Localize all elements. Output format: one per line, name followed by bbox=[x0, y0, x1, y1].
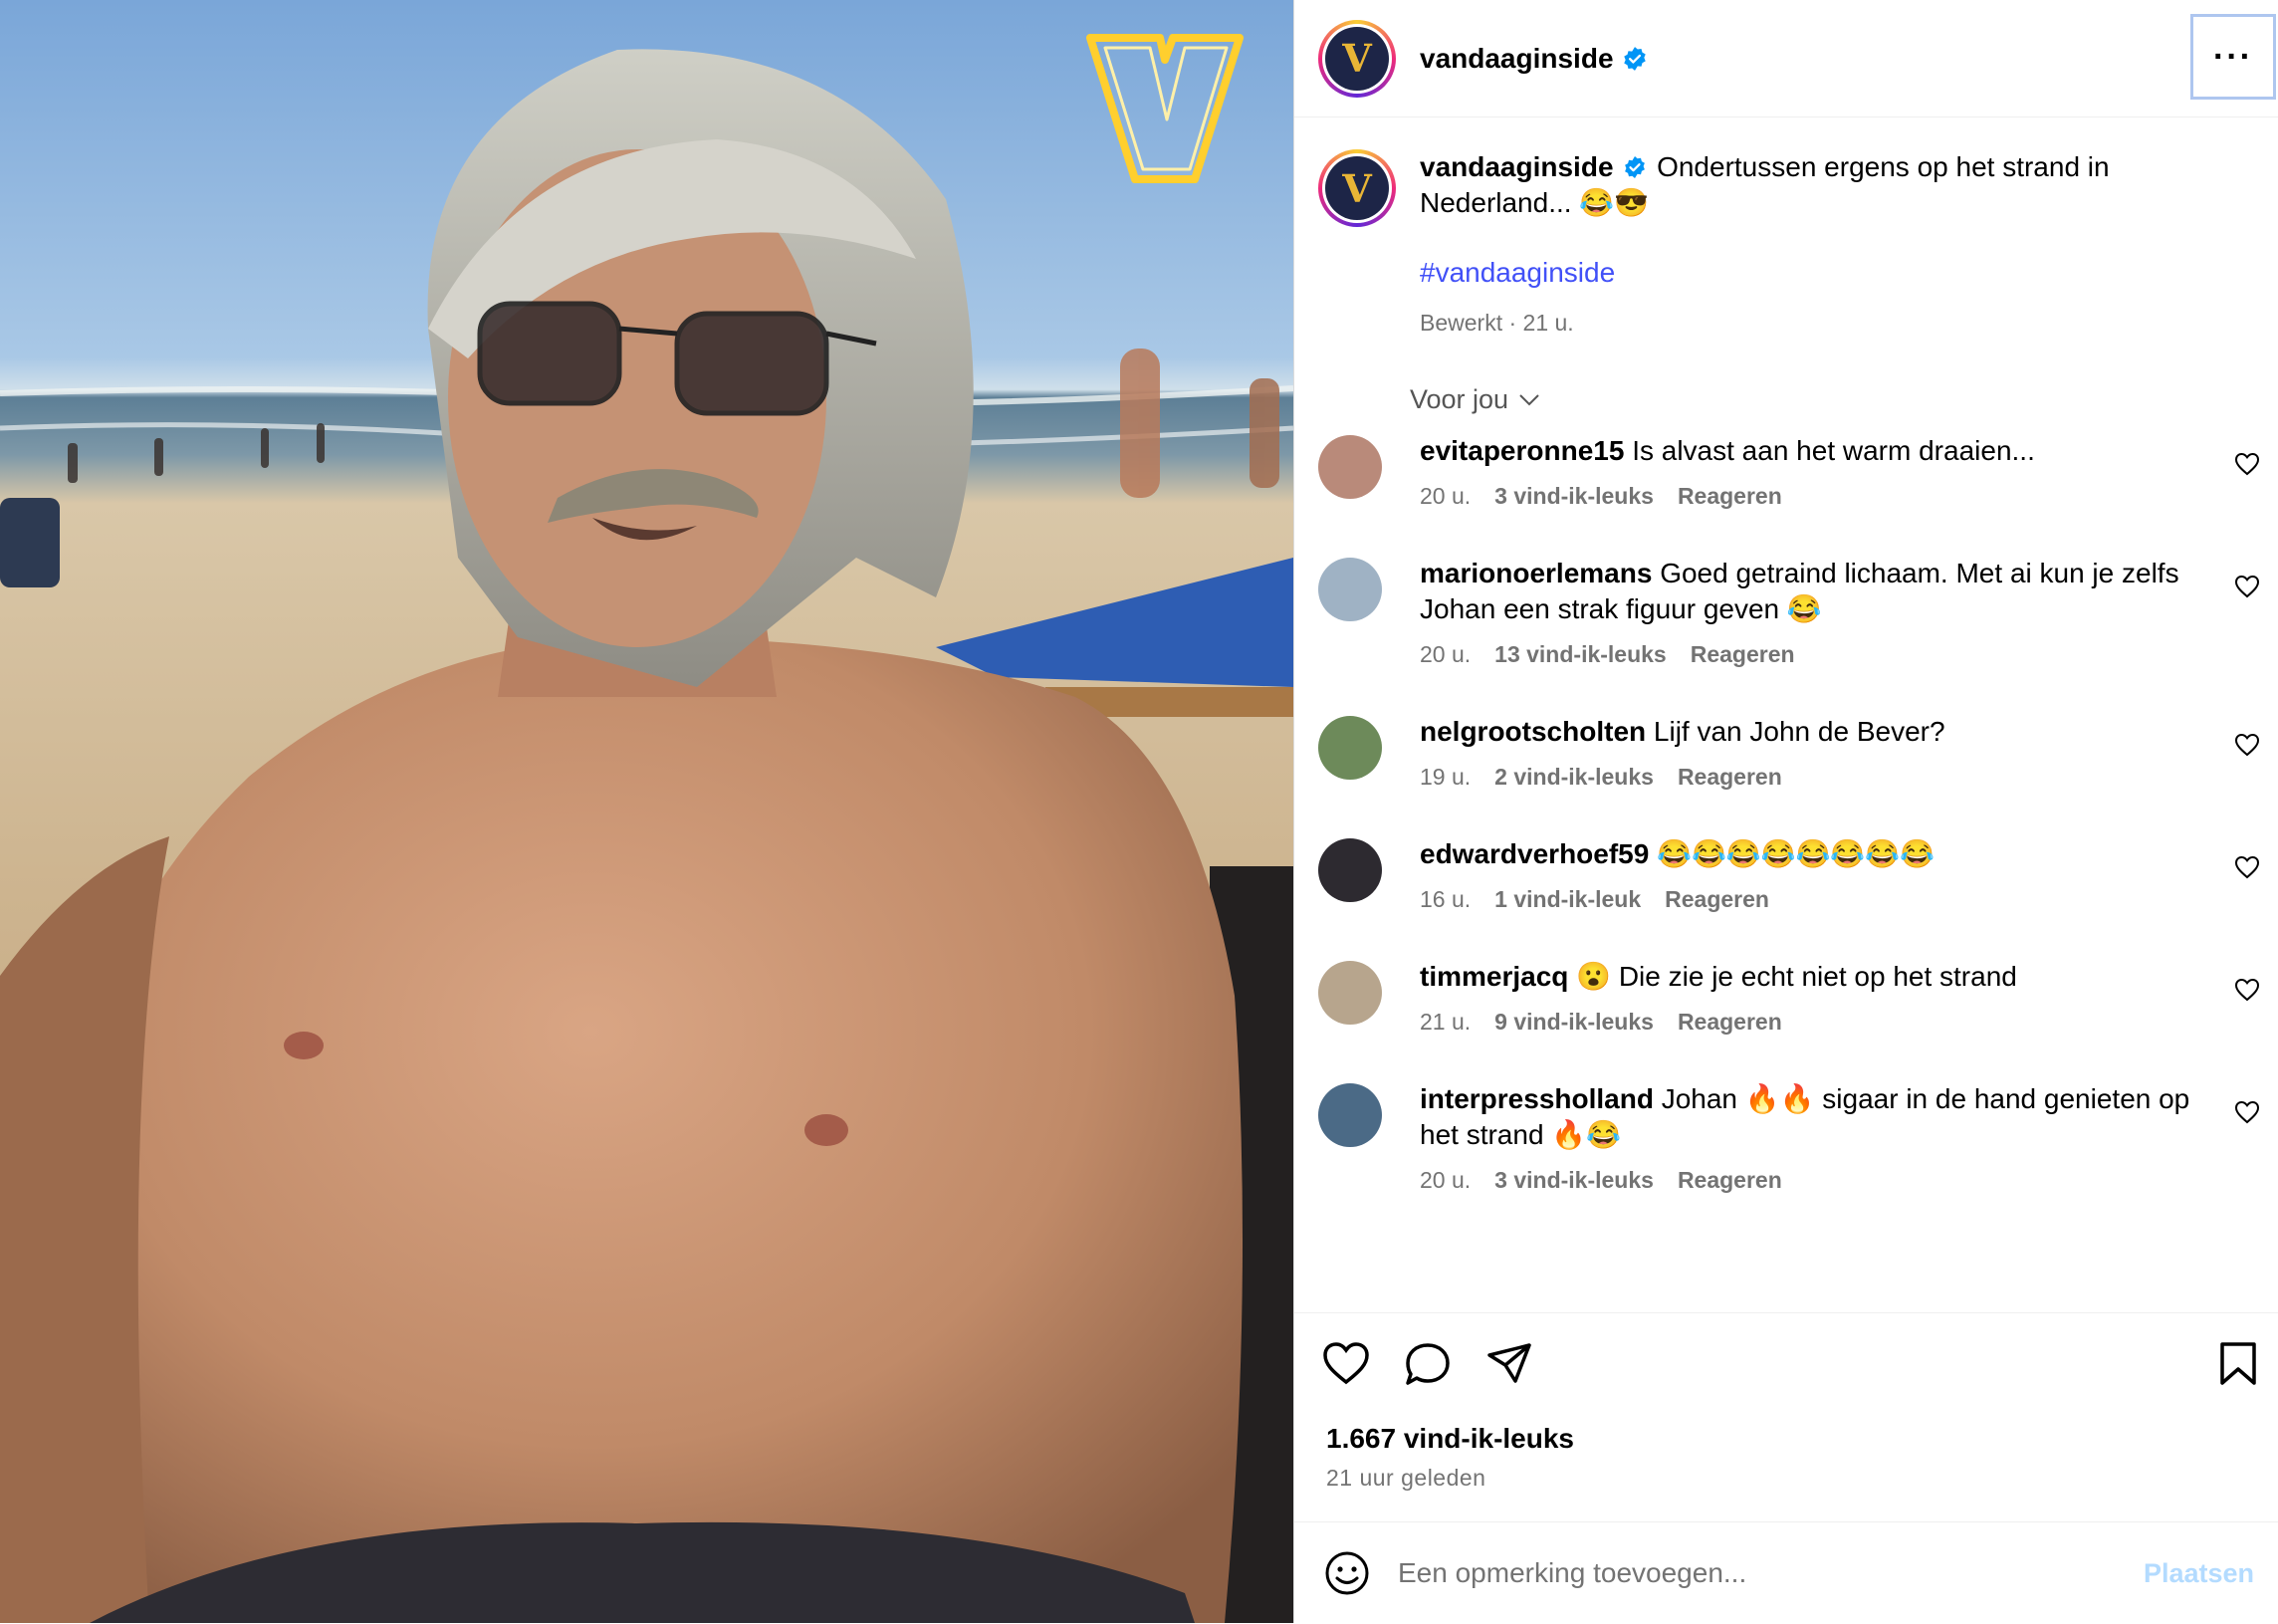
comment-sort-dropdown[interactable]: Voor jou bbox=[1410, 384, 2278, 415]
comment-like-count[interactable]: 2 vind-ik-leuks bbox=[1494, 764, 1654, 791]
comment-like-heart-icon[interactable] bbox=[2234, 451, 2260, 477]
post-comment-button[interactable]: Plaatsen bbox=[2144, 1558, 2254, 1589]
more-options-button[interactable]: ··· bbox=[2190, 14, 2276, 100]
comment-like-count[interactable]: 1 vind-ik-leuk bbox=[1494, 886, 1641, 913]
add-comment-bar: Plaatsen bbox=[1294, 1521, 2278, 1624]
comment-like-heart-icon[interactable] bbox=[2234, 574, 2260, 599]
comment-list: evitaperonne15 Is alvast aan het warm dr… bbox=[1294, 433, 2278, 1194]
comment-input[interactable] bbox=[1396, 1556, 2097, 1590]
reply-button[interactable]: Reageren bbox=[1665, 886, 1769, 913]
caption-avatar[interactable]: V bbox=[1318, 149, 1396, 227]
share-send-icon[interactable] bbox=[1485, 1341, 1533, 1385]
comment-item: evitaperonne15 Is alvast aan het warm dr… bbox=[1294, 433, 2278, 510]
commenter-username[interactable]: nelgrootscholten bbox=[1420, 716, 1646, 747]
commenter-avatar[interactable] bbox=[1318, 716, 1382, 780]
comment-like-count[interactable]: 3 vind-ik-leuks bbox=[1494, 483, 1654, 510]
comment-item: timmerjacq 😮 Die zie je echt niet op het… bbox=[1294, 959, 2278, 1036]
v-logo-avatar: V bbox=[1325, 156, 1389, 220]
verified-badge-icon bbox=[1625, 156, 1646, 178]
comment-like-count[interactable]: 3 vind-ik-leuks bbox=[1494, 1167, 1654, 1194]
commenter-username[interactable]: evitaperonne15 bbox=[1420, 435, 1624, 466]
comment-time: 20 u. bbox=[1420, 483, 1472, 509]
comment-time: 20 u. bbox=[1420, 1167, 1472, 1193]
comment-time: 19 u. bbox=[1420, 764, 1472, 790]
emoji-picker-icon[interactable] bbox=[1324, 1550, 1370, 1596]
comment-like-heart-icon[interactable] bbox=[2234, 732, 2260, 758]
commenter-username[interactable]: timmerjacq bbox=[1420, 961, 1568, 992]
comment-text: Lijf van John de Bever? bbox=[1653, 716, 1945, 747]
comment-time: 16 u. bbox=[1420, 886, 1472, 912]
comment-item: nelgrootscholten Lijf van John de Bever?… bbox=[1294, 714, 2278, 791]
verified-badge-icon bbox=[1623, 46, 1646, 71]
comment-like-heart-icon[interactable] bbox=[2234, 854, 2260, 880]
more-icon: ··· bbox=[2213, 37, 2253, 76]
comment-like-count[interactable]: 9 vind-ik-leuks bbox=[1494, 1009, 1654, 1036]
caption-hashtag[interactable]: #vandaaginside bbox=[1420, 255, 2176, 291]
comment-time: 20 u. bbox=[1420, 641, 1472, 667]
comment-sort-label: Voor jou bbox=[1410, 384, 1509, 414]
reply-button[interactable]: Reageren bbox=[1678, 1167, 1782, 1194]
chevron-down-icon bbox=[1519, 393, 1539, 405]
comment-like-count[interactable]: 13 vind-ik-leuks bbox=[1494, 641, 1667, 668]
comment-item: marionoerlemans Goed getraind lichaam. M… bbox=[1294, 556, 2278, 668]
comment-time: 21 u. bbox=[1420, 1009, 1472, 1035]
commenter-avatar[interactable] bbox=[1318, 961, 1382, 1025]
post-actions: 1.667 vind-ik-leuks 21 uur geleden bbox=[1294, 1312, 2278, 1522]
comment-text: Is alvast aan het warm draaien... bbox=[1632, 435, 2035, 466]
beach-photo-illustration bbox=[0, 34, 1293, 1623]
caption-meta: Bewerkt · 21 u. bbox=[1420, 310, 1574, 336]
commenter-username[interactable]: interpressholland bbox=[1420, 1083, 1654, 1114]
reply-button[interactable]: Reageren bbox=[1678, 764, 1782, 791]
author-avatar[interactable]: V bbox=[1318, 19, 1396, 98]
commenter-avatar[interactable] bbox=[1318, 558, 1382, 621]
reply-button[interactable]: Reageren bbox=[1678, 1009, 1782, 1036]
commenter-avatar[interactable] bbox=[1318, 1083, 1382, 1147]
commenter-avatar[interactable] bbox=[1318, 838, 1382, 902]
bookmark-save-icon[interactable] bbox=[2218, 1341, 2258, 1387]
neon-v-logo bbox=[1086, 34, 1244, 183]
post-caption: V vandaaginside Ondertussen ergens op he… bbox=[1294, 117, 2278, 341]
comment-item: edwardverhoef59 😂😂😂😂😂😂😂😂 16 u. 1 vind-ik… bbox=[1294, 836, 2278, 913]
post-photo[interactable] bbox=[0, 0, 1293, 1623]
comment-like-heart-icon[interactable] bbox=[2234, 1099, 2260, 1125]
like-heart-icon[interactable] bbox=[1322, 1341, 1370, 1385]
post-detail-panel: V vandaaginside ··· V vandaaginside Onde… bbox=[1293, 0, 2278, 1623]
commenter-avatar[interactable] bbox=[1318, 435, 1382, 499]
comment-bubble-icon[interactable] bbox=[1404, 1341, 1452, 1387]
comment-like-heart-icon[interactable] bbox=[2234, 977, 2260, 1003]
comment-text: 😮 Die zie je echt niet op het strand bbox=[1576, 961, 2017, 992]
like-count[interactable]: 1.667 vind-ik-leuks bbox=[1326, 1423, 1574, 1455]
reply-button[interactable]: Reageren bbox=[1691, 641, 1795, 668]
comment-item: interpressholland Johan 🔥🔥 sigaar in de … bbox=[1294, 1081, 2278, 1194]
author-username[interactable]: vandaaginside bbox=[1420, 43, 1614, 75]
post-timestamp: 21 uur geleden bbox=[1326, 1465, 1486, 1491]
commenter-username[interactable]: edwardverhoef59 bbox=[1420, 838, 1649, 869]
caption-username[interactable]: vandaaginside bbox=[1420, 151, 1614, 182]
comment-text: 😂😂😂😂😂😂😂😂 bbox=[1657, 838, 1936, 869]
v-logo-avatar: V bbox=[1325, 26, 1389, 91]
post-header: V vandaaginside ··· bbox=[1294, 0, 2278, 117]
comments-scroll-area[interactable]: V vandaaginside Ondertussen ergens op he… bbox=[1294, 117, 2278, 1312]
reply-button[interactable]: Reageren bbox=[1678, 483, 1782, 510]
commenter-username[interactable]: marionoerlemans bbox=[1420, 558, 1652, 588]
